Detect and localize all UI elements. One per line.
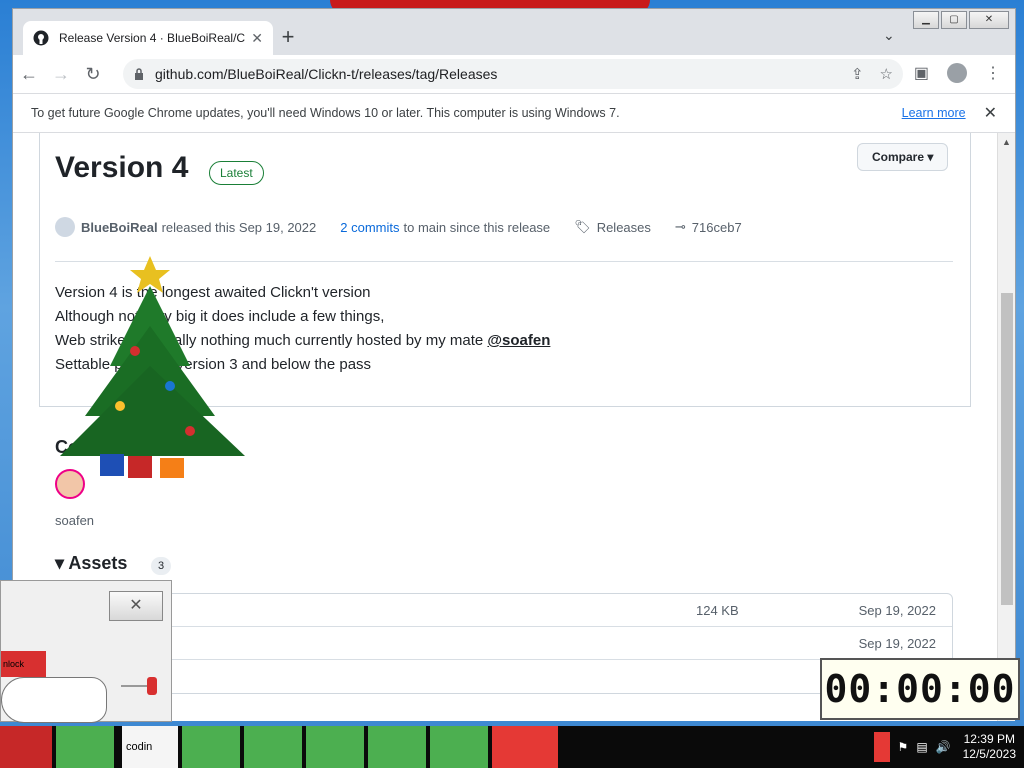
tab-close-icon[interactable]: ✕	[251, 30, 263, 47]
chrome-taskbar-icon[interactable]	[182, 726, 240, 768]
share-icon[interactable]: ⇪	[851, 65, 864, 83]
github-icon	[33, 30, 49, 46]
clock-date: 12/5/2023	[962, 747, 1016, 761]
unlock-button[interactable]: nlock	[1, 651, 46, 677]
assets-table: 124 KB Sep 19, 2022 zip) Sep 19, 2022 ta…	[55, 593, 953, 694]
asset-date: Sep 19, 2022	[858, 635, 936, 651]
asset-row[interactable]: 124 KB Sep 19, 2022	[56, 594, 952, 627]
menu-icon[interactable]: ⋮	[985, 63, 1001, 83]
tab-strip: Release Version 4 · BlueBoiReal/Clickn-t…	[13, 9, 1015, 55]
asset-row[interactable]: tar.gz)	[56, 660, 952, 693]
christmas-tree-overlay[interactable]	[40, 256, 250, 490]
reload-icon[interactable]: ↻	[77, 64, 109, 85]
compare-button[interactable]: Compare ▾	[857, 143, 949, 171]
asset-date: Sep 19, 2022	[858, 602, 936, 618]
browser-toolbar: ← → ↻ github.com/BlueBoiReal/Clickn-t/re…	[13, 55, 1015, 93]
clock[interactable]: 12:39 PM 12/5/2023	[955, 732, 1024, 762]
network-icon[interactable]: ▤	[916, 740, 927, 754]
tab-title: Release Version 4 · BlueBoiReal/Clickn-t	[59, 31, 246, 45]
address-bar[interactable]: github.com/BlueBoiReal/Clickn-t/releases…	[123, 59, 903, 89]
scroll-up-icon[interactable]: ▲	[1002, 137, 1011, 147]
eyes-taskbar-icon[interactable]	[430, 726, 488, 768]
learn-more-link[interactable]: Learn more	[902, 106, 966, 120]
maximize-button[interactable]: ▢	[941, 11, 967, 29]
back-icon[interactable]: ←	[13, 64, 45, 85]
window-controls: ▁ ▢ ✕	[913, 11, 1009, 29]
widget-close-button[interactable]: ✕	[109, 591, 163, 621]
firefox-taskbar-icon[interactable]	[56, 726, 114, 768]
side-panel-icon[interactable]: ▣	[914, 63, 929, 83]
toolbar-actions: ▣ ⋮	[914, 63, 1001, 83]
slider-knob[interactable]	[147, 677, 157, 695]
flag-icon[interactable]: ⚑	[898, 740, 909, 754]
bookmark-star-icon[interactable]: ☆	[880, 65, 893, 83]
red-taskbar-icon[interactable]	[492, 726, 558, 768]
tree-bottom-icon	[60, 366, 245, 456]
tab-search-icon[interactable]: ⌄	[883, 27, 895, 44]
mention-link[interactable]: @soafen	[487, 332, 550, 349]
latest-badge: Latest	[209, 161, 264, 185]
contributor-name[interactable]: soafen	[55, 513, 94, 528]
explorer-taskbar-icon[interactable]: codin	[122, 726, 178, 768]
volume-icon[interactable]: 🔊	[936, 740, 951, 754]
infobar-close-icon[interactable]: ✕	[984, 103, 997, 123]
commit-icon: ⊸	[674, 219, 686, 234]
windows-taskbar-icon[interactable]	[368, 726, 426, 768]
tab-release[interactable]: Release Version 4 · BlueBoiReal/Clickn-t…	[23, 21, 273, 55]
floating-widget: ✕ nlock	[0, 580, 172, 723]
app-taskbar-icon[interactable]	[306, 726, 364, 768]
troll-face-image	[1, 677, 107, 723]
assets-title: Assets	[68, 553, 128, 573]
start-button[interactable]	[0, 726, 52, 768]
minimize-button[interactable]: ▁	[913, 11, 939, 29]
commit-hash-link[interactable]: 716ceb7	[692, 220, 742, 235]
assets-toggle[interactable]: ▾ Assets	[55, 553, 127, 574]
asset-size: 124 KB	[696, 602, 739, 618]
close-window-button[interactable]: ✕	[969, 11, 1009, 29]
tray-red-icon[interactable]	[873, 732, 890, 762]
compare-label: Compare	[872, 150, 925, 164]
tag-link[interactable]: Releases	[597, 220, 651, 235]
update-infobar: To get future Google Chrome updates, you…	[13, 93, 1015, 133]
taskbar: codin ⚑ ▤ 🔊 12:39 PM 12/5/2023	[0, 726, 1024, 768]
infobar-message: To get future Google Chrome updates, you…	[31, 106, 620, 120]
release-title: Version 4	[55, 151, 189, 184]
forward-icon[interactable]: →	[45, 64, 77, 85]
countdown-timer: 00:00:00	[820, 658, 1020, 720]
lock-icon	[135, 68, 143, 80]
release-meta: BlueBoiReal released this Sep 19, 2022 2…	[55, 217, 742, 237]
url-text: github.com/BlueBoiReal/Clickn-t/releases…	[155, 66, 498, 82]
system-tray: ⚑ ▤ 🔊 12:39 PM 12/5/2023	[873, 726, 1024, 768]
author-avatar[interactable]	[55, 217, 75, 237]
commits-suffix: to main since this release	[403, 219, 551, 235]
tree-taskbar-icon[interactable]	[244, 726, 302, 768]
assets-count-badge: 3	[151, 557, 171, 575]
profile-icon[interactable]	[947, 63, 967, 83]
asset-row[interactable]: zip) Sep 19, 2022	[56, 627, 952, 660]
commits-link[interactable]: 2 commits	[340, 220, 399, 235]
author-link[interactable]: BlueBoiReal	[81, 220, 158, 235]
new-tab-button[interactable]: +	[275, 25, 301, 51]
scroll-thumb[interactable]	[1001, 293, 1013, 605]
tag-icon: 🏷	[574, 219, 591, 234]
clock-time: 12:39 PM	[963, 732, 1015, 746]
page-scrollbar[interactable]: ▲	[997, 133, 1015, 721]
released-text: released this Sep 19, 2022	[161, 219, 317, 235]
